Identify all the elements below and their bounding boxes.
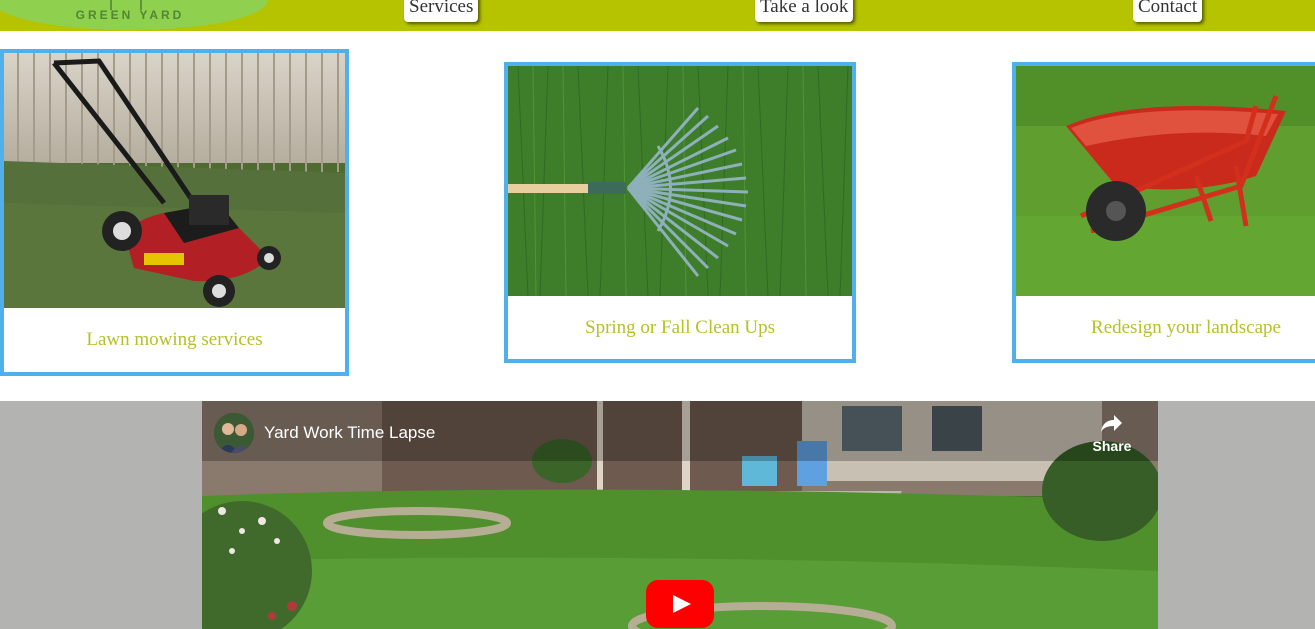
- service-card-landscape[interactable]: Redesign your landscape: [1012, 62, 1315, 363]
- logo-text: GREEN YARD: [75, 8, 185, 22]
- channel-avatar[interactable]: [214, 413, 254, 453]
- nav-services-button[interactable]: Services: [404, 0, 479, 22]
- lawn-mower-photo: [4, 53, 345, 308]
- service-caption: Lawn mowing services: [86, 329, 263, 350]
- service-caption: Redesign your landscape: [1091, 317, 1281, 338]
- youtube-play-icon: [673, 595, 691, 613]
- youtube-play-button[interactable]: [646, 580, 714, 628]
- service-card-clean-ups[interactable]: Spring or Fall Clean Ups: [504, 62, 856, 363]
- site-header: GREEN YARD Services Take a look Contact: [0, 0, 1315, 31]
- share-label: Share: [1092, 438, 1132, 454]
- video-title[interactable]: Yard Work Time Lapse: [264, 423, 435, 443]
- nav-contact-button[interactable]: Contact: [1133, 0, 1203, 22]
- wheelbarrow-photo: [1016, 66, 1315, 296]
- video-player[interactable]: Yard Work Time Lapse Share: [202, 401, 1158, 629]
- service-caption: Spring or Fall Clean Ups: [585, 317, 775, 338]
- nav-take-a-look-button[interactable]: Take a look: [755, 0, 854, 22]
- share-button[interactable]: Share: [1090, 413, 1134, 454]
- rake-photo: [508, 66, 852, 296]
- share-icon: [1101, 415, 1122, 432]
- video-section: Yard Work Time Lapse Share: [0, 401, 1315, 629]
- service-card-lawn-mowing[interactable]: Lawn mowing services: [0, 49, 349, 376]
- logo[interactable]: GREEN YARD: [0, 0, 268, 30]
